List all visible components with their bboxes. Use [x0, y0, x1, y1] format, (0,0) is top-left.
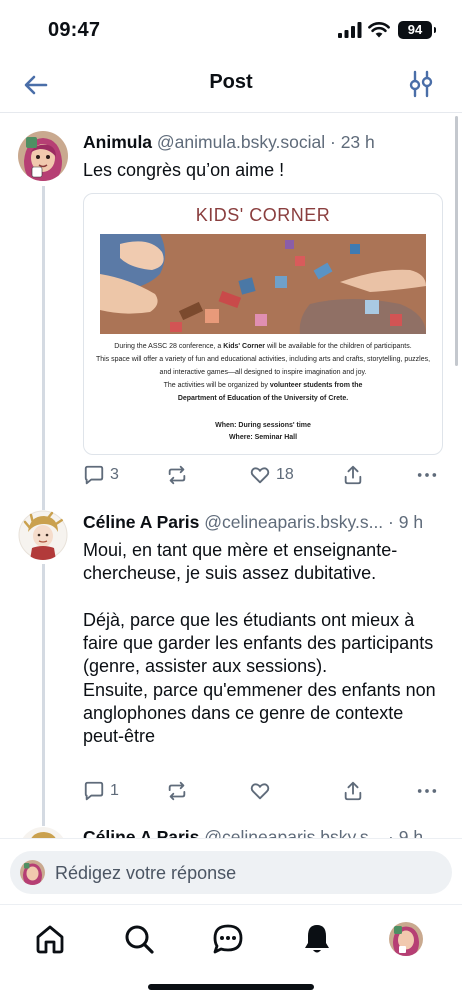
post-header: Céline A Paris @celineaparis.bsky.s... ·… — [83, 512, 444, 533]
embed-line: will be available for the children of pa… — [265, 343, 412, 350]
reply-placeholder: Rédigez votre réponse — [55, 863, 237, 883]
post-actions: 3 18 — [83, 463, 443, 487]
embed-line: and interactive games—all designed to in… — [159, 369, 367, 376]
share-button[interactable] — [342, 463, 369, 487]
home-icon[interactable] — [33, 922, 67, 956]
repost-button[interactable] — [166, 779, 193, 803]
post-time: · 9 h — [388, 512, 424, 532]
more-options-button[interactable] — [416, 463, 443, 487]
image-embed[interactable]: KIDS' CORNER During the ASSC 28 conferen… — [83, 193, 443, 455]
top-header: Post — [0, 58, 462, 113]
kids-playing-photo — [100, 234, 426, 334]
status-bar: 09:47 94 — [0, 0, 462, 58]
like-button[interactable]: 18 — [249, 463, 294, 487]
post-celine-1[interactable]: Céline A Paris @celineaparis.bsky.s... ·… — [0, 506, 462, 826]
thread-settings-icon[interactable] — [408, 70, 434, 98]
like-count: 18 — [276, 466, 294, 483]
more-icon — [417, 473, 437, 477]
wifi-icon — [368, 22, 390, 38]
profile-avatar[interactable] — [389, 922, 423, 956]
repost-icon — [168, 781, 186, 801]
author-handle[interactable]: @celineaparis.bsky.s... — [204, 512, 383, 532]
more-options-button[interactable] — [416, 779, 443, 803]
reply-button[interactable]: 3 — [83, 463, 119, 487]
page-title: Post — [209, 71, 253, 93]
repost-icon — [168, 465, 186, 485]
reply-icon — [84, 781, 104, 801]
reply-count: 3 — [110, 466, 119, 483]
cellular-signal-icon — [338, 22, 362, 38]
search-icon[interactable] — [122, 922, 156, 956]
notifications-icon[interactable] — [300, 922, 334, 956]
embed-bold: Kids' Corner — [223, 343, 265, 350]
reply-input[interactable]: Rédigez votre réponse — [10, 851, 452, 894]
avatar[interactable] — [18, 510, 68, 560]
author-name[interactable]: Céline A Paris — [83, 512, 199, 532]
reply-count: 1 — [110, 782, 119, 799]
home-indicator[interactable] — [148, 984, 314, 990]
reply-icon — [84, 465, 104, 485]
embed-when: When: During sessions' time — [215, 422, 311, 429]
author-name[interactable]: Animula — [83, 132, 152, 152]
post-text: Les congrès qu’on aime ! — [83, 160, 285, 180]
heart-icon — [250, 467, 270, 484]
embed-line: During the ASSC 28 conference, a — [114, 343, 224, 350]
embed-title: KIDS' CORNER — [195, 205, 331, 225]
more-icon — [417, 789, 437, 793]
avatar[interactable] — [18, 131, 68, 181]
embed-where: Where: Seminar Hall — [228, 434, 298, 441]
share-icon — [344, 465, 362, 485]
post-animula[interactable]: Animula @animula.bsky.social · 23 h Les … — [0, 112, 462, 512]
post-text: Moui, en tant que mère et enseignante-ch… — [83, 540, 436, 747]
battery-indicator: 94 — [398, 21, 436, 39]
like-button[interactable] — [249, 779, 276, 803]
share-button[interactable] — [342, 779, 369, 803]
reply-button[interactable]: 1 — [83, 779, 119, 803]
heart-icon — [250, 783, 270, 800]
embed-when-where: When: During sessions' time Where: Semin… — [84, 420, 442, 444]
repost-button[interactable] — [166, 463, 193, 487]
post-time: · 23 h — [330, 132, 375, 152]
thread-line — [42, 564, 45, 826]
status-time: 09:47 — [48, 19, 101, 41]
share-icon — [344, 781, 362, 801]
chat-icon[interactable] — [211, 922, 245, 956]
embed-bold: volunteer students from the — [269, 382, 363, 389]
post-actions: 1 — [83, 779, 443, 803]
embed-description: During the ASSC 28 conference, a Kids' C… — [94, 340, 432, 405]
embed-line: This space will offer a variety of fun a… — [95, 356, 431, 363]
reply-bar: Rédigez votre réponse — [0, 838, 462, 905]
thread-line — [42, 186, 45, 512]
embed-bold: Department of Education of the Universit… — [177, 395, 349, 402]
post-header: Animula @animula.bsky.social · 23 h — [83, 132, 444, 153]
own-avatar — [20, 860, 45, 885]
embed-line: The activities will be organized by — [163, 382, 270, 389]
author-handle[interactable]: @animula.bsky.social — [157, 132, 325, 152]
